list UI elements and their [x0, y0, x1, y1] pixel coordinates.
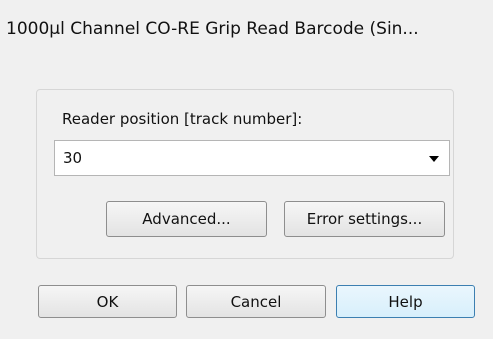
help-button[interactable]: Help [336, 285, 475, 318]
reader-position-value: 30 [63, 149, 83, 167]
cancel-button[interactable]: Cancel [186, 285, 326, 318]
ok-button[interactable]: OK [38, 285, 177, 318]
window-title: 1000µl Channel CO-RE Grip Read Barcode (… [6, 19, 419, 39]
title-bar[interactable]: 1000µl Channel CO-RE Grip Read Barcode (… [0, 0, 493, 62]
reader-position-select[interactable]: 30 [54, 140, 450, 176]
chevron-down-icon[interactable] [429, 156, 439, 162]
dialog-window: 1000µl Channel CO-RE Grip Read Barcode (… [0, 0, 493, 339]
advanced-button[interactable]: Advanced... [106, 201, 267, 237]
reader-position-label: Reader position [track number]: [62, 110, 303, 128]
error-settings-button[interactable]: Error settings... [284, 201, 445, 237]
